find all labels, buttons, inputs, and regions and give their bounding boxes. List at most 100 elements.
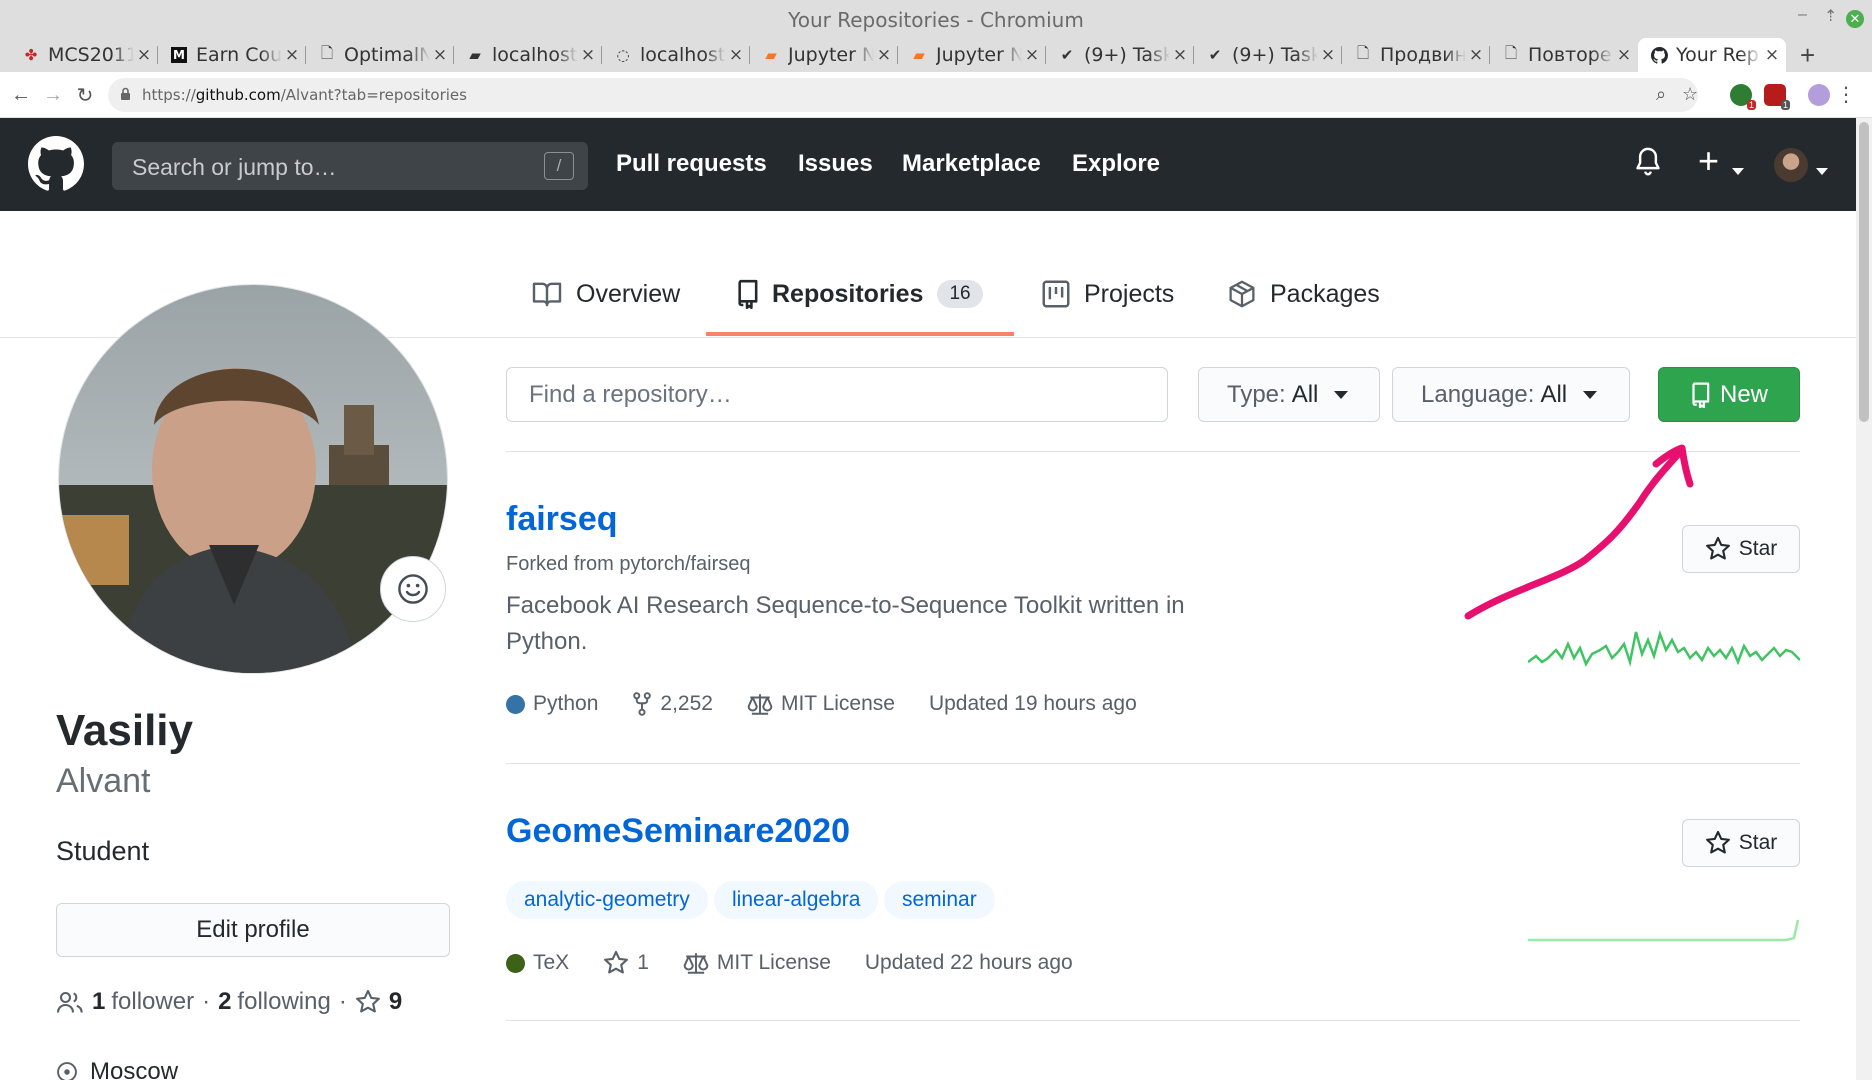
follow-stats: 1 follower · 2 following · 9 bbox=[56, 988, 408, 1016]
tab-close-icon[interactable]: × bbox=[282, 45, 302, 65]
tab-packages[interactable]: Packages bbox=[1228, 274, 1380, 314]
tab-repositories[interactable]: Repositories 16 bbox=[736, 274, 983, 314]
repo-description: Facebook AI Research Sequence-to-Sequenc… bbox=[506, 592, 1185, 655]
nav-explore[interactable]: Explore bbox=[1072, 150, 1160, 178]
find-repository-input[interactable] bbox=[506, 367, 1168, 422]
topic-tag[interactable]: linear-algebra bbox=[714, 881, 879, 919]
profile-bio: Student bbox=[56, 836, 150, 866]
tab-close-icon[interactable]: × bbox=[1022, 45, 1042, 65]
star-icon bbox=[1705, 830, 1730, 854]
window-title: Your Repositories - Chromium bbox=[788, 8, 1084, 32]
tab-close-icon[interactable]: × bbox=[134, 45, 154, 65]
following-link[interactable]: 2 following bbox=[218, 988, 331, 1016]
tab-close-icon[interactable]: × bbox=[430, 45, 450, 65]
create-caret-icon[interactable] bbox=[1732, 162, 1744, 180]
maximize-icon[interactable]: ⇡ bbox=[1824, 6, 1837, 26]
tab-projects-label: Projects bbox=[1084, 279, 1175, 308]
nav-pull-requests[interactable]: Pull requests bbox=[616, 150, 767, 178]
page-scrollbar[interactable] bbox=[1856, 118, 1872, 1080]
bookmark-star-icon[interactable]: ☆ bbox=[1682, 84, 1698, 105]
set-status-button[interactable] bbox=[380, 556, 446, 622]
scrollbar-thumb[interactable] bbox=[1859, 122, 1869, 422]
m-logo-icon: M bbox=[170, 46, 188, 64]
extension-icon[interactable]: 1 bbox=[1730, 84, 1756, 110]
browser-tab[interactable]: ▰ localhost × bbox=[454, 38, 602, 72]
browser-tab[interactable]: M Earn Cou × bbox=[158, 38, 306, 72]
repo-license: MIT License bbox=[683, 951, 831, 975]
topic-tag[interactable]: analytic-geometry bbox=[506, 881, 708, 919]
browser-tab-active[interactable]: Your Rep × bbox=[1638, 38, 1786, 72]
nav-marketplace[interactable]: Marketplace bbox=[902, 150, 1041, 178]
window-titlebar: Your Repositories - Chromium – ⇡ ✕ bbox=[0, 0, 1872, 38]
check-icon: ✔ bbox=[1208, 46, 1222, 64]
browser-tab[interactable]: ✤ MCS2011 × bbox=[10, 38, 158, 72]
create-new-plus-icon[interactable]: + bbox=[1698, 140, 1719, 182]
tab-label: Повторе bbox=[1528, 44, 1612, 66]
reload-icon[interactable]: ↻ bbox=[70, 80, 100, 110]
global-search-input[interactable]: Search or jump to… / bbox=[112, 142, 588, 190]
github-header: Search or jump to… / Pull requests Issue… bbox=[0, 118, 1856, 211]
tab-close-icon[interactable]: × bbox=[578, 45, 598, 65]
topic-tag[interactable]: seminar bbox=[884, 881, 995, 919]
book-icon bbox=[532, 282, 562, 307]
browser-tab[interactable]: 🗋 Продвин × bbox=[1342, 38, 1490, 72]
tab-close-icon[interactable]: × bbox=[726, 45, 746, 65]
annotation-arrow-drawing bbox=[1464, 444, 1694, 620]
profile-avatar[interactable] bbox=[58, 284, 448, 674]
browser-tab[interactable]: ▰ Jupyter N × bbox=[898, 38, 1046, 72]
user-avatar-menu[interactable] bbox=[1774, 148, 1808, 182]
tab-overview[interactable]: Overview bbox=[532, 274, 680, 314]
star-button[interactable]: Star bbox=[1682, 525, 1800, 573]
profile-icon[interactable] bbox=[1808, 84, 1830, 106]
browser-toolbar: ← → ↻ https://github.com/Alvant?tab=repo… bbox=[0, 72, 1872, 118]
ublock-icon[interactable]: 1 bbox=[1764, 84, 1790, 110]
package-icon bbox=[1229, 280, 1255, 308]
tab-close-icon[interactable]: × bbox=[1614, 45, 1634, 65]
tab-close-icon[interactable]: × bbox=[1466, 45, 1486, 65]
minimize-icon[interactable]: – bbox=[1798, 6, 1807, 24]
repo-link-fairseq[interactable]: fairseq bbox=[506, 500, 618, 539]
stars-link[interactable]: 9 bbox=[355, 988, 408, 1016]
repo-forks[interactable]: 2,252 bbox=[632, 692, 713, 716]
tab-repositories-label: Repositories bbox=[772, 279, 924, 308]
forked-from-text[interactable]: Forked from pytorch/fairseq bbox=[506, 553, 751, 576]
forward-icon[interactable]: → bbox=[38, 80, 68, 110]
browser-tab[interactable]: ✔ (9+) Tasks × bbox=[1194, 38, 1342, 72]
close-window-icon[interactable]: ✕ bbox=[1846, 10, 1864, 28]
tab-label: MCS2011 bbox=[48, 44, 134, 66]
avatar-caret-icon[interactable] bbox=[1816, 162, 1828, 180]
browser-tab[interactable]: ▰ Jupyter N × bbox=[750, 38, 898, 72]
zoom-icon[interactable]: ⌕ bbox=[1656, 84, 1666, 105]
law-scale-icon bbox=[683, 953, 709, 974]
github-logo-icon[interactable] bbox=[28, 136, 84, 192]
tab-close-icon[interactable]: × bbox=[1170, 45, 1190, 65]
browser-menu-icon[interactable]: ⋮ bbox=[1836, 82, 1856, 107]
address-bar[interactable]: https://github.com/Alvant?tab=repositori… bbox=[108, 78, 1698, 112]
language-filter-dropdown[interactable]: Language: All bbox=[1392, 367, 1630, 422]
star-button[interactable]: Star bbox=[1682, 819, 1800, 867]
tab-close-icon[interactable]: × bbox=[1318, 45, 1338, 65]
smiley-icon bbox=[398, 574, 428, 604]
type-filter-dropdown[interactable]: Type: All bbox=[1198, 367, 1380, 422]
notifications-bell-icon[interactable] bbox=[1634, 146, 1662, 183]
new-tab-icon[interactable]: + bbox=[1800, 38, 1815, 72]
browser-tab[interactable]: ◌ localhost × bbox=[602, 38, 750, 72]
back-icon[interactable]: ← bbox=[6, 80, 36, 110]
edit-profile-button[interactable]: Edit profile bbox=[56, 903, 450, 957]
find-repository-field[interactable] bbox=[507, 368, 1167, 421]
new-repository-button[interactable]: New bbox=[1658, 367, 1800, 422]
browser-tab[interactable]: 🗋 OptimalN × bbox=[306, 38, 454, 72]
nav-issues[interactable]: Issues bbox=[798, 150, 873, 178]
tab-projects[interactable]: Projects bbox=[1042, 274, 1174, 314]
repo-link-geomeseminare2020[interactable]: GeomeSeminare2020 bbox=[506, 812, 850, 851]
followers-link[interactable]: 1 follower bbox=[92, 988, 194, 1016]
tab-close-icon[interactable]: × bbox=[874, 45, 894, 65]
star-icon bbox=[604, 950, 629, 974]
browser-tab[interactable]: ✔ (9+) Tasks × bbox=[1046, 38, 1194, 72]
profile-username: Alvant bbox=[56, 762, 151, 800]
tab-close-icon[interactable]: × bbox=[1762, 45, 1782, 65]
tab-strip: ✤ MCS2011 × M Earn Cou × 🗋 OptimalN × ▰ … bbox=[0, 38, 1872, 72]
browser-tab[interactable]: 🗋 Повторе × bbox=[1490, 38, 1638, 72]
tab-packages-label: Packages bbox=[1270, 279, 1380, 308]
repo-stars[interactable]: 1 bbox=[603, 950, 649, 976]
